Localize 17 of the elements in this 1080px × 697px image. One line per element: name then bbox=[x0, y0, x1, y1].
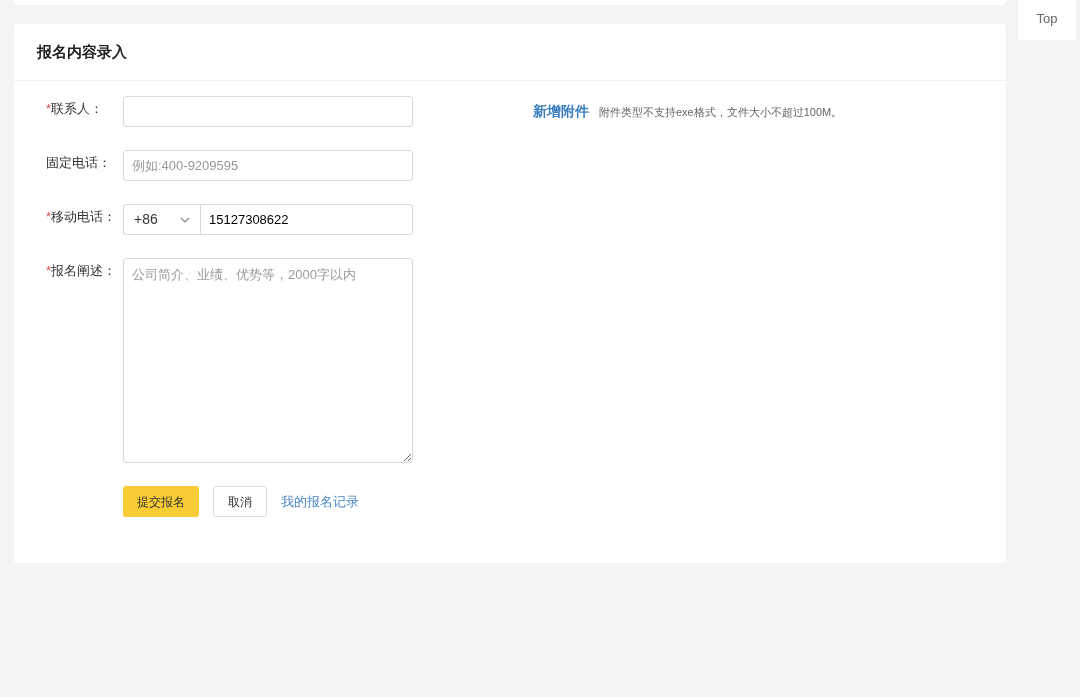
attachment-hint: 附件类型不支持exe格式，文件大小不超过100M。 bbox=[599, 105, 843, 120]
input-field[interactable]: 例如:400-9209595 bbox=[123, 150, 413, 181]
field-label: *报名阐述： bbox=[46, 262, 118, 280]
phone-input-field[interactable]: 15127308622 bbox=[200, 204, 413, 235]
cancel-button[interactable]: 取消 bbox=[213, 486, 267, 517]
submit-button[interactable]: 提交报名 bbox=[123, 486, 199, 517]
back-to-top-button[interactable]: Top bbox=[1018, 0, 1076, 40]
field-label: *移动电话： bbox=[46, 208, 118, 226]
chevron-down-icon bbox=[180, 216, 190, 223]
add-attachment-link[interactable]: 新增附件 bbox=[533, 101, 589, 122]
field-label: 固定电话： bbox=[46, 154, 112, 172]
records-link[interactable]: 我的报名记录 bbox=[281, 491, 359, 512]
input-field[interactable] bbox=[123, 96, 413, 127]
form-title: 报名内容录入 bbox=[37, 43, 127, 61]
textarea-field[interactable]: 公司简介、业绩、优势等，2000字以内 bbox=[123, 258, 413, 463]
field-label: *联系人： bbox=[46, 100, 105, 118]
country-code-select[interactable]: +86 bbox=[123, 204, 200, 235]
